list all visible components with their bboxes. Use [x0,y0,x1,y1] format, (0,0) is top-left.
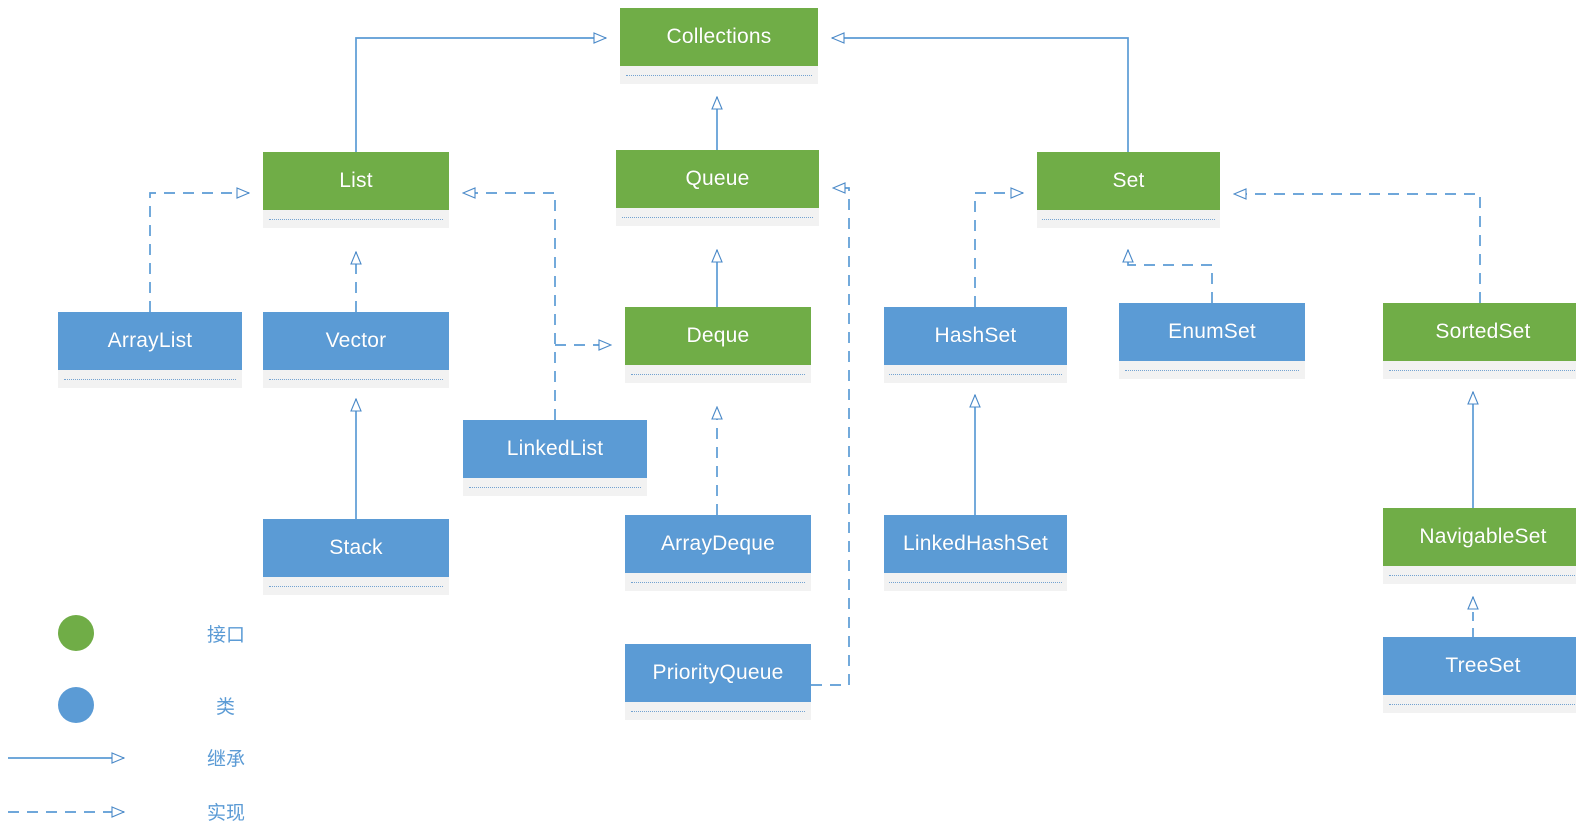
legend: 接口 类 继承 实现 [0,0,1576,840]
legend-inheritance-label: 继承 [207,748,246,770]
legend-class-swatch-icon [58,687,94,723]
legend-implementation-label: 实现 [207,802,246,824]
legend-interface-swatch-icon [58,615,94,651]
class-diagram-canvas: Collections List Queue Set ArrayList Vector De… [0,0,1576,840]
legend-class-label: 类 [216,696,236,718]
legend-interface-label: 接口 [207,624,246,646]
